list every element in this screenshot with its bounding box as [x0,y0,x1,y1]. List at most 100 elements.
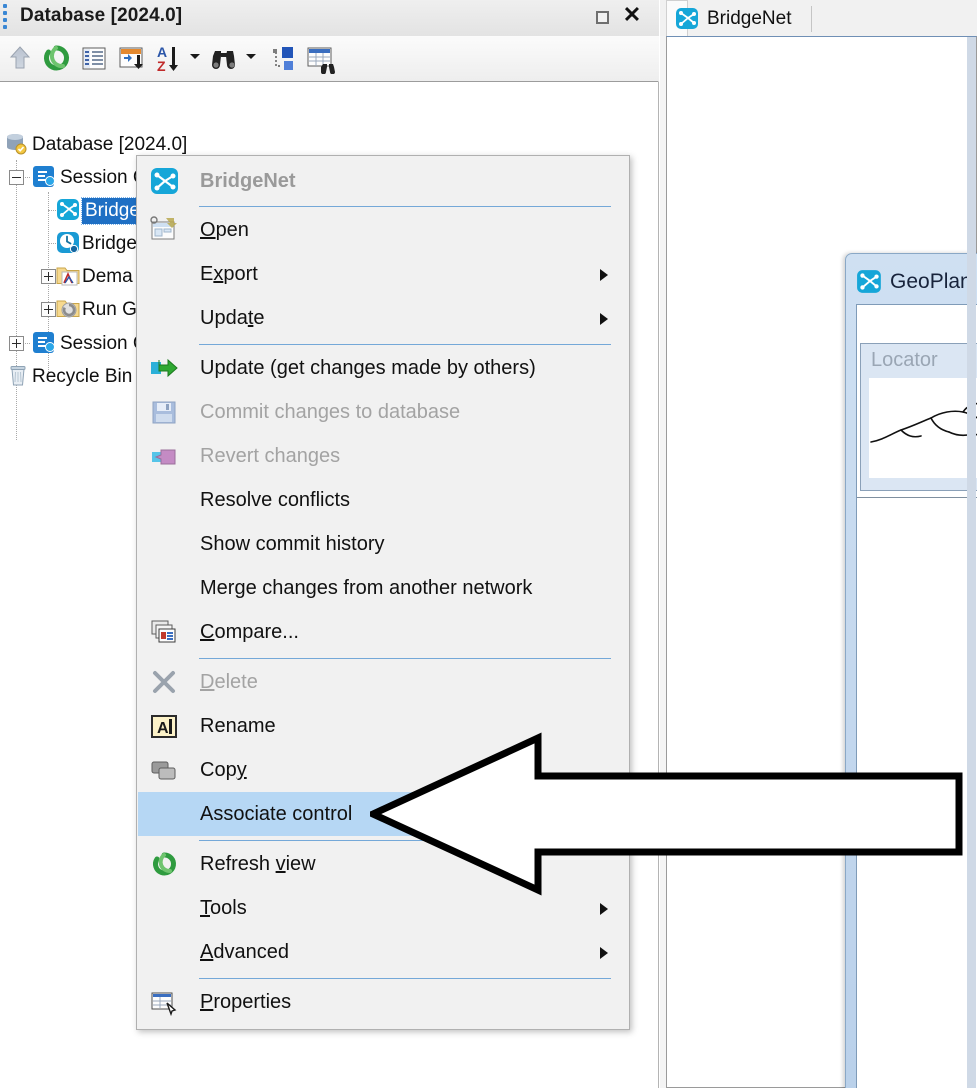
tree-item-label: Recycle Bin [32,366,133,387]
menu-item-label: Advanced [200,941,289,963]
tree-expander-plus[interactable] [41,302,56,317]
tree-connector [16,160,17,440]
menu-item-label: Show commit history [200,533,385,555]
menu-item-show-commit-history[interactable]: Show commit history [138,522,630,566]
menu-item-open[interactable]: Open [138,208,630,252]
locator-label: Locator [871,349,938,371]
menu-item-commit-changes: Commit changes to database [138,390,630,434]
network-icon [151,168,178,194]
table-search-icon [307,47,335,75]
properties-icon [151,992,177,1017]
menu-item-label: Merge changes from another network [200,577,533,599]
database-panel-title: Database [2024.0] [20,5,183,26]
menu-item-merge-changes[interactable]: Merge changes from another network [138,566,630,610]
list-view-button[interactable] [78,42,110,74]
menu-separator [199,840,611,841]
find-dropdown-button[interactable] [246,52,256,62]
tab-label: BridgeNet [707,8,792,29]
menu-item-label: BridgeNet [200,170,296,192]
vertical-scrollbar[interactable] [967,37,976,1088]
geoplan-title-text: GeoPlan - [890,270,977,293]
network-icon [57,199,79,220]
menu-item-resolve-conflicts[interactable]: Resolve conflicts [138,478,630,522]
menu-item-advanced[interactable]: Advanced [138,930,630,974]
tree-item-label: Dema [82,266,133,287]
tab-bridgenet[interactable]: BridgeNet [666,0,812,36]
menu-item-label: Copy [200,759,247,781]
tree-item-label: Bridge [81,197,144,225]
import-object-button[interactable] [116,42,148,74]
menu-item-tools[interactable]: Tools [138,886,630,930]
locator-separator [857,497,977,498]
binoculars-icon [212,51,235,69]
network-icon [676,8,698,29]
recycle-bin-icon [10,366,26,386]
menu-item-label: Revert changes [200,445,341,467]
context-menu[interactable]: BridgeNet Open Export Update Update (get… [136,155,630,1030]
menu-item-label: Open [200,219,249,241]
menu-separator [199,658,611,659]
panel-drag-grip-icon[interactable] [3,4,8,32]
session-icon [33,332,55,353]
refresh-icon [153,852,176,876]
menu-item-compare[interactable]: Compare... [138,610,630,654]
refresh-button[interactable] [40,42,72,74]
menu-item-update-get-changes[interactable]: Update (get changes made by others) [138,346,630,390]
geoplan-client-area[interactable]: Locator [856,304,977,1088]
menu-item-label: Update [200,307,265,329]
menu-item-rename[interactable]: A Rename [138,704,630,748]
database-icon [7,134,27,155]
locator-map-canvas[interactable] [869,378,977,478]
svg-text:A: A [157,720,169,737]
menu-separator [199,344,611,345]
menu-item-label: Properties [200,991,292,1013]
tree-expander-plus[interactable] [9,336,24,351]
tree-item-label: Run G [82,299,137,320]
find-in-table-button[interactable] [304,42,336,75]
scrollbar-thumb[interactable] [967,37,976,1088]
menu-item-associate-control[interactable]: Associate control [138,792,630,836]
submenu-arrow-icon [600,947,608,959]
session-icon [33,166,55,187]
menu-item-revert-changes: Revert changes [138,434,630,478]
sort-a-to-z-icon: A Z [157,44,178,74]
tab-separator [811,6,812,32]
open-icon [150,216,177,240]
delete-x-icon [153,671,175,693]
mdi-client-area: GeoPlan - Locator [666,36,977,1088]
menu-item-label: Refresh view [200,853,316,875]
find-button[interactable] [208,42,240,74]
locator-map-sketch [870,402,977,443]
menu-item-label: Delete [200,671,258,693]
go-up-level-button[interactable] [4,42,36,74]
sort-dropdown-button[interactable] [190,52,200,62]
close-icon: ✕ [622,2,642,27]
geoplan-window[interactable]: GeoPlan - Locator [845,253,977,1088]
tree-expander-minus[interactable] [9,170,24,185]
submenu-arrow-icon [600,313,608,325]
svg-text:Z: Z [157,58,166,74]
workspace: BridgeNet GeoPlan - Locator [660,0,977,1088]
menu-item-update[interactable]: Update [138,296,630,340]
maximize-icon [596,11,609,24]
sort-a-to-z-button[interactable]: A Z [154,42,186,74]
tree-expander-plus[interactable] [41,269,56,284]
copy-icon [151,761,176,780]
menu-item-export[interactable]: Export [138,252,630,296]
database-toolbar: A Z [0,36,659,82]
menu-item-copy[interactable]: Copy [138,748,630,792]
tree-item-label: Bridge [82,233,137,254]
compare-icon [151,620,176,643]
menu-item-properties[interactable]: Properties [138,980,630,1024]
tree-item-label: Session C [60,333,147,354]
menu-item-refresh-view[interactable]: Refresh view [138,842,630,886]
menu-separator [199,978,611,979]
menu-separator [199,206,611,207]
network-tree-button[interactable] [266,42,298,74]
save-icon [152,401,176,424]
locator-panel[interactable]: Locator [860,343,977,491]
close-button[interactable]: ✕ [620,2,644,30]
demand-folder-icon [56,267,80,286]
menu-item-bridgenet-header: BridgeNet [138,159,630,203]
maximize-button[interactable] [592,6,616,30]
